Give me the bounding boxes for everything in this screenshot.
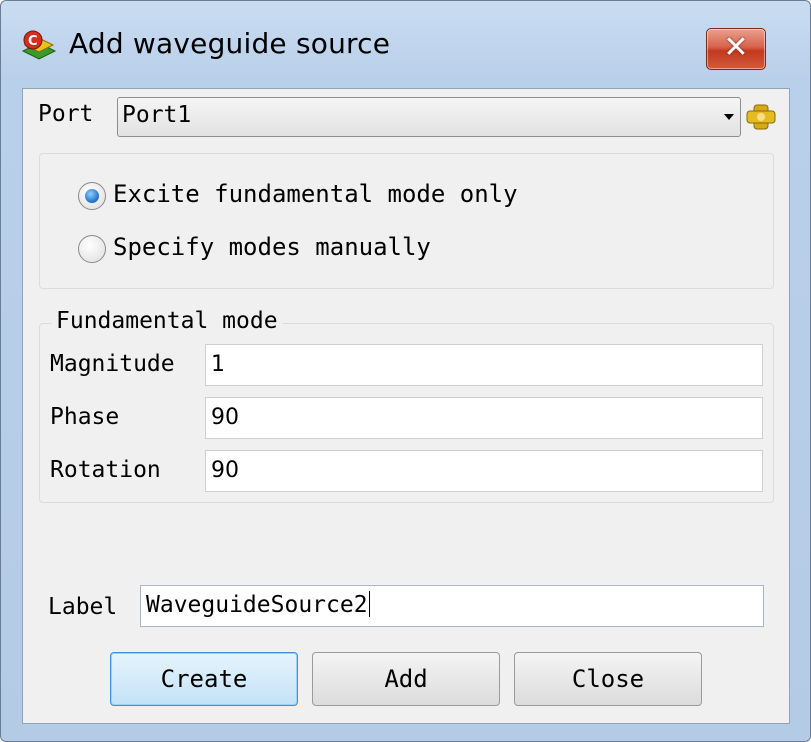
group-title: Fundamental mode [52, 308, 282, 334]
radio-button-checked[interactable] [78, 182, 106, 210]
dialog-window: C Add waveguide source ✕ Port Port1 Exci… [0, 0, 811, 742]
magnitude-value: 1 [211, 352, 225, 377]
cst-app-icon: C [21, 30, 57, 60]
text-caret [368, 591, 370, 617]
port-label: Port [38, 101, 94, 127]
label-field-label: Label [48, 594, 118, 620]
radio-label: Specify modes manually [113, 233, 431, 261]
close-button[interactable]: Close [514, 652, 702, 706]
close-icon: ✕ [723, 30, 749, 65]
close-button-label: Close [571, 665, 645, 693]
title-bar[interactable]: C Add waveguide source ✕ [1, 1, 810, 89]
label-input-value: WaveguideSource2 [146, 591, 370, 618]
phase-input[interactable]: 90 [205, 397, 763, 439]
create-button[interactable]: Create [110, 652, 298, 706]
rotation-value: 90 [211, 458, 239, 483]
add-button[interactable]: Add [312, 652, 500, 706]
label-input[interactable]: WaveguideSource2 [140, 585, 764, 627]
rotation-label: Rotation [50, 457, 161, 483]
pick-port-icon[interactable] [745, 103, 777, 131]
radio-button-unchecked[interactable] [78, 235, 106, 263]
add-button-label: Add [384, 665, 428, 693]
window-title: Add waveguide source [69, 27, 391, 60]
chevron-down-icon [724, 114, 734, 120]
radio-label: Excite fundamental mode only [113, 180, 518, 208]
dialog-body: Port Port1 Excite fundamental mode only … [22, 88, 790, 724]
phase-value: 90 [211, 405, 239, 430]
excitation-group: Excite fundamental mode only Specify mod… [39, 153, 774, 289]
phase-label: Phase [50, 404, 120, 430]
magnitude-input[interactable]: 1 [205, 344, 763, 386]
port-select[interactable]: Port1 [117, 97, 741, 137]
window-close-button[interactable]: ✕ [706, 28, 766, 70]
create-button-label: Create [160, 665, 248, 693]
magnitude-label: Magnitude [50, 351, 175, 377]
svg-text:C: C [28, 34, 38, 49]
fundamental-mode-group: Fundamental mode Magnitude 1 Phase 90 Ro… [39, 308, 774, 503]
port-select-value: Port1 [122, 102, 192, 128]
rotation-input[interactable]: 90 [205, 450, 763, 492]
